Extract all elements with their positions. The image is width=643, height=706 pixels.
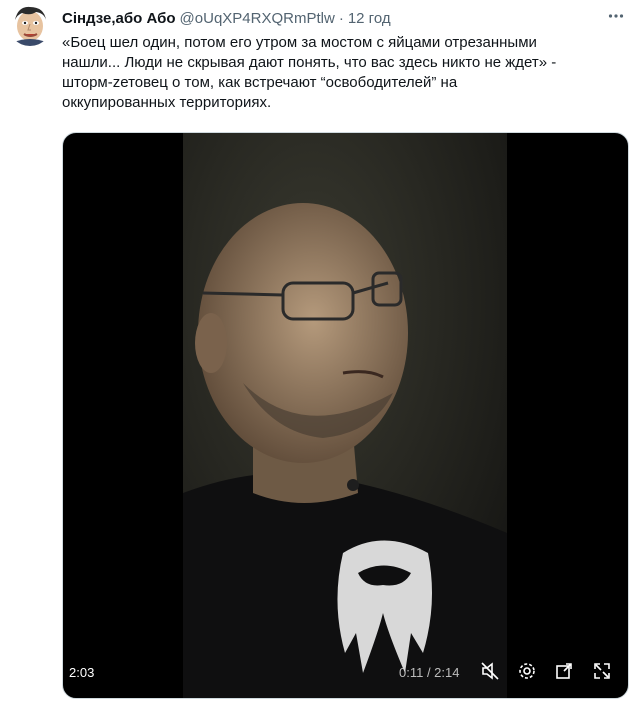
popout-button[interactable] bbox=[551, 660, 577, 686]
video-frame[interactable] bbox=[183, 133, 507, 698]
video-player[interactable]: 2:03 0:11 / 2:14 bbox=[62, 132, 629, 699]
more-horizontal-icon bbox=[607, 7, 625, 30]
separator-dot: · bbox=[338, 9, 344, 27]
timestamp[interactable]: 12 год bbox=[348, 10, 391, 27]
user-handle[interactable]: @oUqXP4RXQRmPtlw bbox=[180, 10, 335, 27]
display-name[interactable]: Сiндзе,або Або bbox=[62, 10, 176, 27]
mute-button[interactable] bbox=[477, 660, 503, 686]
tweet-text-line: оккупированных территориях. bbox=[62, 94, 272, 111]
tweet[interactable]: Сiндзе,або Або @oUqXP4RXQRmPtlw · 12 год… bbox=[0, 0, 643, 706]
settings-button[interactable] bbox=[514, 660, 540, 686]
fullscreen-icon bbox=[592, 661, 612, 686]
more-button[interactable] bbox=[605, 7, 627, 29]
popout-icon bbox=[554, 661, 574, 686]
tweet-text-line: нашли... Люди не скрывая дают понять, чт… bbox=[62, 54, 557, 71]
avatar[interactable] bbox=[8, 2, 52, 46]
remaining-time: 2:03 bbox=[69, 665, 95, 680]
tweet-text-line: «Боец шел один, потом его утром за мосто… bbox=[62, 34, 537, 51]
gear-icon bbox=[517, 661, 537, 686]
speaker-muted-icon bbox=[480, 661, 500, 686]
progress-time: 0:11 / 2:14 bbox=[399, 665, 460, 680]
tweet-text: «Боец шел один, потом его утром за мосто… bbox=[62, 33, 632, 113]
fullscreen-button[interactable] bbox=[589, 660, 615, 686]
tweet-text-line: шторм-zетовец о том, как встречают “осво… bbox=[62, 74, 458, 91]
video-controls: 2:03 0:11 / 2:14 bbox=[63, 648, 628, 698]
tweet-header: Сiндзе,або Або @oUqXP4RXQRmPtlw · 12 год bbox=[62, 7, 391, 29]
